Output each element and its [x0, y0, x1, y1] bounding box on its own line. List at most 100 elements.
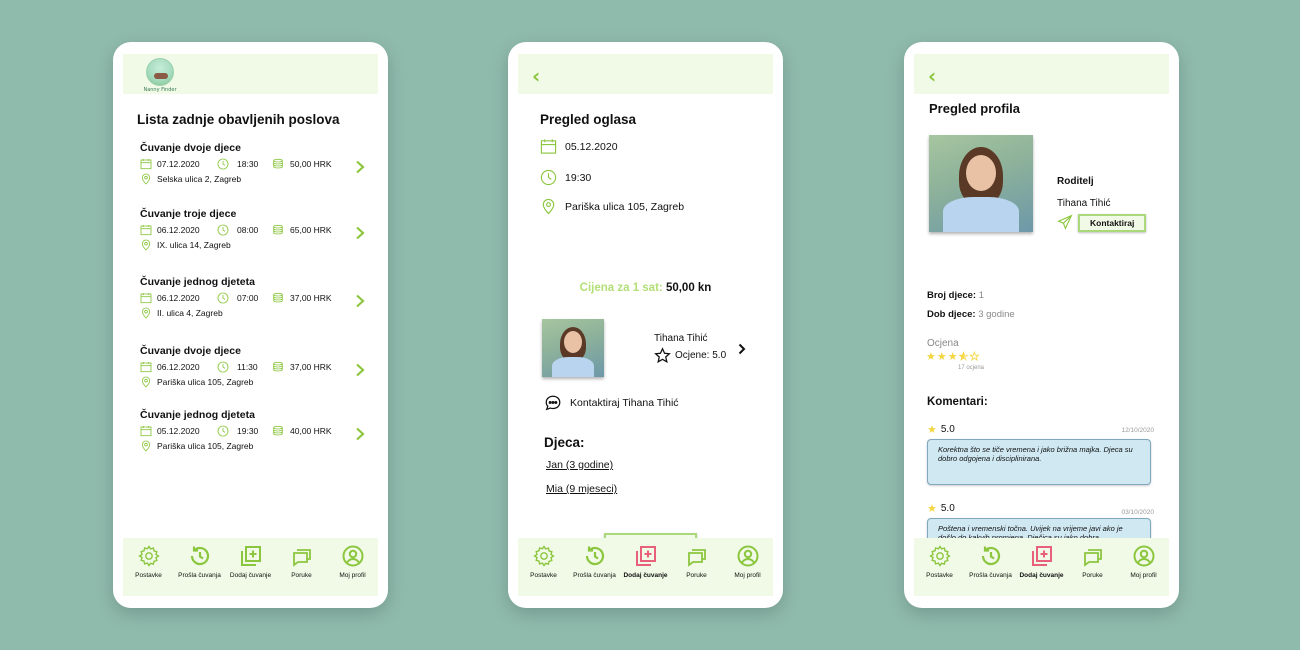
address-value: Pariška ulica 105, Zagreb	[565, 200, 685, 213]
nav-profile[interactable]: Moj profil	[1119, 544, 1169, 579]
nav-history-label: Prošla čuvanja	[969, 572, 1012, 579]
nav-messages-label: Poruke	[686, 572, 707, 579]
job-time: 08:00	[237, 224, 259, 235]
job-title: Čuvanje jednog djeteta	[140, 276, 255, 288]
nav-settings[interactable]: Postavke	[124, 544, 174, 579]
nav-messages[interactable]: Poruke	[1068, 544, 1118, 579]
nav-history-label: Prošla čuvanja	[573, 572, 616, 579]
nav-settings-label: Postavke	[530, 572, 557, 579]
owner-rating: Ocjene: 5.0	[654, 347, 726, 364]
job-item[interactable]: Čuvanje dvoje djece 06.12.2020 11:30 37,00 …	[140, 345, 365, 389]
nav-messages[interactable]: Poruke	[277, 544, 327, 579]
kids-count-value: 1	[978, 290, 985, 301]
nav-settings[interactable]: Postavke	[915, 544, 965, 579]
nav-messages[interactable]: Poruke	[672, 544, 722, 579]
job-address-row: Selska ulica 2, Zagreb	[140, 171, 365, 186]
job-item[interactable]: Čuvanje dvoje djece 07.12.2020 18:30 50,00 …	[140, 142, 365, 186]
job-title: Čuvanje dvoje djece	[140, 142, 241, 154]
chevron-right-icon[interactable]	[355, 363, 365, 377]
app-logo[interactable]: Nanny Finder	[135, 58, 185, 93]
job-date: 06.12.2020	[157, 292, 200, 303]
nav-add[interactable]: Dodaj čuvanje	[1017, 544, 1067, 579]
photo-face	[966, 155, 996, 191]
screen-profile-overview: ‹ Pregled profila Roditelj Tihana Tihić …	[914, 54, 1169, 596]
bottom-nav: Postavke Prošla čuvanja Dodaj čuvanje Po…	[123, 538, 378, 596]
job-address-row: Pariška ulica 105, Zagreb	[140, 374, 365, 389]
role-label: Roditelj	[1057, 176, 1094, 187]
job-date: 07.12.2020	[157, 158, 200, 169]
job-address-row: II. ulica 4, Zagreb	[140, 305, 365, 320]
comment-1-score-value: 5.0	[940, 424, 955, 435]
chevron-right-icon[interactable]	[355, 427, 365, 441]
kids-count-row: Broj djece: 1	[927, 290, 984, 301]
job-address-row: IX. ulica 14, Zagreb	[140, 237, 365, 252]
top-bar: Nanny Finder	[123, 54, 378, 94]
job-time: 18:30	[237, 158, 259, 169]
job-address: IX. ulica 14, Zagreb	[157, 239, 231, 250]
nav-history[interactable]: Prošla čuvanja	[966, 544, 1016, 579]
add-box-icon	[635, 546, 656, 566]
job-item[interactable]: Čuvanje jednog djeteta 06.12.2020 07:00 37,…	[140, 276, 365, 320]
chevron-right-icon[interactable]	[355, 294, 365, 308]
job-price: 37,00 HRK	[290, 361, 332, 372]
location-pin-icon	[542, 198, 555, 215]
chevron-right-icon[interactable]	[355, 160, 365, 174]
clock-icon	[217, 224, 229, 235]
nav-settings[interactable]: Postavke	[519, 544, 569, 579]
star-full-icon: ★	[936, 350, 948, 363]
back-chevron-icon[interactable]: ‹	[928, 64, 936, 88]
comment-1-text: Korektna što se tiče vremena i jako briž…	[927, 439, 1151, 485]
child-link-2[interactable]: Mia (9 mjeseci)	[546, 483, 617, 495]
back-chevron-icon[interactable]: ‹	[532, 64, 540, 88]
owner-photo[interactable]	[542, 319, 604, 377]
children-title: Djeca:	[544, 435, 585, 450]
phone-ad-overview: ‹ Pregled oglasa 05.12.2020 19:30 Parišk…	[508, 42, 783, 608]
calendar-icon	[140, 361, 152, 372]
kids-age-label: Dob djece:	[927, 309, 976, 320]
profile-name: Tihana Tihić	[1057, 198, 1111, 209]
job-time: 19:30	[237, 425, 259, 436]
job-item[interactable]: Čuvanje troje djece 06.12.2020 08:00 65,00 …	[140, 208, 365, 252]
gear-icon	[532, 545, 555, 567]
clock-icon	[217, 425, 229, 436]
job-meta-row: 05.12.2020 19:30 40,00 HRK	[140, 423, 365, 438]
job-date: 06.12.2020	[157, 361, 200, 372]
contact-button[interactable]: Kontaktiraj	[1078, 214, 1147, 232]
job-price: 50,00 HRK	[290, 158, 332, 169]
user-circle-icon	[1133, 545, 1154, 567]
job-meta-row: 07.12.2020 18:30 50,00 HRK	[140, 156, 365, 171]
comment-2-score: ★ 5.0	[927, 502, 955, 515]
nav-history[interactable]: Prošla čuvanja	[570, 544, 620, 579]
contact-row[interactable]: Kontaktiraj Tihana Tihić	[544, 394, 679, 412]
date-value: 05.12.2020	[565, 140, 618, 153]
job-title: Čuvanje jednog djeteta	[140, 409, 255, 421]
nav-add[interactable]: Dodaj čuvanje	[621, 544, 671, 579]
nav-profile-label: Moj profil	[734, 572, 761, 579]
nav-profile[interactable]: Moj profil	[328, 544, 378, 579]
star-full-icon: ★	[927, 502, 937, 515]
comment-1-score: ★ 5.0	[927, 423, 955, 436]
child-link-1[interactable]: Jan (3 godine)	[546, 459, 613, 471]
star-outline-icon	[654, 347, 671, 364]
comments-title: Komentari:	[927, 396, 988, 408]
nav-add-label: Dodaj čuvanje	[623, 572, 668, 579]
contact-label: Kontaktiraj Tihana Tihić	[570, 397, 679, 409]
calendar-icon	[140, 158, 152, 169]
coins-icon	[273, 425, 283, 435]
nav-profile[interactable]: Moj profil	[723, 544, 773, 579]
bottom-nav: Postavke Prošla čuvanja Dodaj čuvanje Po…	[914, 538, 1169, 596]
clock-icon	[217, 158, 229, 169]
job-address-row: Pariška ulica 105, Zagreb	[140, 438, 365, 453]
kids-count-label: Broj djece:	[927, 290, 977, 301]
job-time: 07:00	[237, 292, 259, 303]
job-title: Čuvanje troje djece	[140, 208, 237, 220]
kids-age-row: Dob djece: 3 godine	[927, 309, 1015, 320]
job-meta-row: 06.12.2020 07:00 37,00 HRK	[140, 290, 365, 305]
nav-add[interactable]: Dodaj čuvanje	[226, 544, 276, 579]
rating-stars: ★★★★★	[926, 350, 980, 364]
chevron-right-icon[interactable]	[738, 343, 746, 355]
chevron-right-icon[interactable]	[355, 226, 365, 240]
nav-history[interactable]: Prošla čuvanja	[175, 544, 225, 579]
job-item[interactable]: Čuvanje jednog djeteta 05.12.2020 19:30 40,…	[140, 409, 365, 453]
comment-1-date: 12/10/2020	[1121, 427, 1154, 434]
